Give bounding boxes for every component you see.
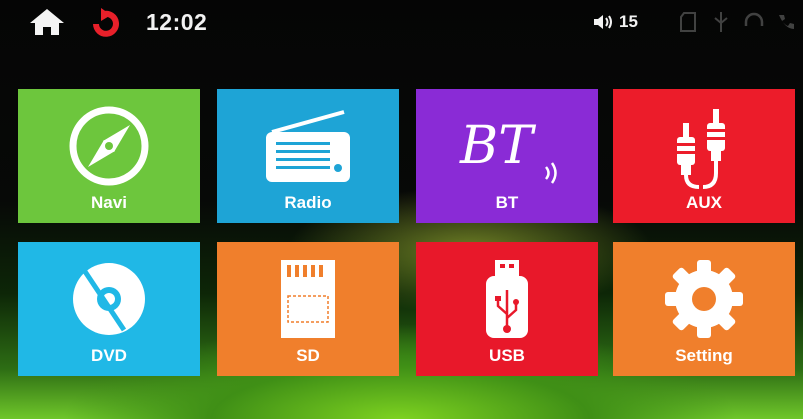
home-icon[interactable] [28, 0, 66, 44]
aux-label: AUX [686, 193, 722, 212]
dvd-tile[interactable]: DVD [18, 242, 200, 376]
usb-indicator-icon [712, 0, 730, 44]
back-icon[interactable] [88, 0, 122, 44]
radio-tile[interactable]: Radio [217, 89, 399, 223]
phone-indicator-icon [776, 0, 796, 44]
sd-tile[interactable]: SD [217, 242, 399, 376]
navi-tile[interactable]: Navi [18, 89, 200, 223]
usb-tile[interactable]: USB [416, 242, 598, 376]
dvd-label: DVD [91, 346, 127, 365]
navi-label: Navi [91, 193, 127, 212]
bt-icon-text: BT [459, 116, 536, 176]
volume-level: 15 [619, 12, 638, 31]
volume-indicator[interactable]: 15 [593, 0, 638, 44]
radio-icon [217, 103, 399, 189]
bluetooth-bt-icon: BT [416, 103, 598, 189]
sd-card-icon [217, 256, 399, 342]
sd-card-indicator-icon [680, 0, 696, 44]
clock: 12:02 [146, 8, 208, 35]
compass-icon [18, 103, 200, 189]
setting-label: Setting [675, 346, 733, 365]
speaker-icon [594, 15, 612, 29]
status-bar: 12:02 15 [0, 0, 803, 44]
gear-icon [613, 256, 795, 342]
sd-label: SD [296, 346, 320, 365]
usb-drive-icon [416, 256, 598, 342]
headset-indicator-icon [744, 0, 764, 44]
rca-cable-icon [613, 103, 795, 189]
usb-label: USB [489, 346, 525, 365]
disc-icon [18, 256, 200, 342]
setting-tile[interactable]: Setting [613, 242, 795, 376]
bt-tile[interactable]: BT BT [416, 89, 598, 223]
bt-label: BT [495, 193, 519, 212]
home-screen: 12:02 15 Navi Radio BT BT AUX DVD SD USB… [0, 0, 803, 419]
radio-label: Radio [284, 193, 332, 212]
aux-tile[interactable]: AUX [613, 89, 795, 223]
